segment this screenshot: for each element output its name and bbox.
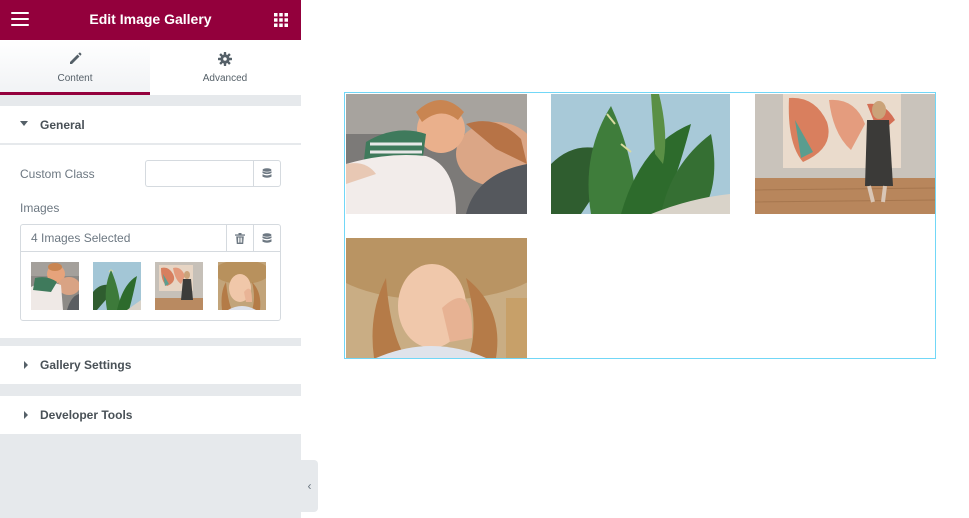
gear-icon xyxy=(150,52,300,68)
gallery-image-woman-in-hat[interactable] xyxy=(346,238,527,358)
panel-header: Edit Image Gallery xyxy=(0,0,301,40)
database-icon xyxy=(262,233,272,243)
dynamic-tags-button[interactable] xyxy=(253,160,281,187)
gallery-control-header: 4 Images Selected xyxy=(21,225,280,252)
thumbnail-cactus-plant[interactable] xyxy=(93,262,141,310)
tab-advanced[interactable]: Advanced xyxy=(150,40,300,95)
chevron-left-icon: ‹ xyxy=(307,479,312,493)
thumbnail-woman-in-hat[interactable] xyxy=(218,262,266,310)
database-icon xyxy=(262,168,272,178)
gallery-image-cactus-plant[interactable] xyxy=(551,94,730,214)
gallery-image-baby-with-mother[interactable] xyxy=(346,94,527,214)
section-developer-tools-title: Developer Tools xyxy=(40,408,133,422)
custom-class-label: Custom Class xyxy=(20,167,95,181)
gallery-image-woman-in-gallery[interactable] xyxy=(755,94,935,214)
collapse-panel-button[interactable]: ‹ xyxy=(301,460,318,512)
section-gallery-settings-title: Gallery Settings xyxy=(40,358,132,372)
panel-tabs: Content Advanced xyxy=(0,40,301,95)
section-general-header[interactable]: General xyxy=(0,106,301,144)
caret-right-icon xyxy=(24,411,28,419)
caret-right-icon xyxy=(24,361,28,369)
clear-gallery-button[interactable] xyxy=(226,225,253,252)
gallery-dynamic-tags-button[interactable] xyxy=(253,225,280,252)
pencil-icon xyxy=(0,52,150,68)
tab-content-label: Content xyxy=(57,73,93,84)
image-gallery-widget[interactable] xyxy=(344,92,936,359)
images-label: Images xyxy=(20,201,60,215)
section-gallery-settings-header[interactable]: Gallery Settings xyxy=(0,346,301,384)
panel-title: Edit Image Gallery xyxy=(89,11,212,27)
tab-content[interactable]: Content xyxy=(0,40,150,95)
caret-down-icon xyxy=(20,121,28,126)
section-general-body: Custom Class Images 4 Images Selected xyxy=(0,145,301,338)
trash-icon xyxy=(235,233,245,244)
grid-apps-icon[interactable] xyxy=(274,13,288,27)
section-developer-tools-header[interactable]: Developer Tools xyxy=(0,396,301,434)
section-general-title: General xyxy=(40,118,85,132)
gallery-control: 4 Images Selected xyxy=(20,224,281,321)
thumbnail-woman-in-gallery[interactable] xyxy=(155,262,203,310)
editor-panel: Edit Image Gallery Content Advanced Gene… xyxy=(0,0,301,518)
custom-class-input[interactable] xyxy=(145,160,254,187)
images-selected-count: 4 Images Selected xyxy=(31,231,131,245)
thumbnail-baby-with-mother[interactable] xyxy=(31,262,79,310)
tab-advanced-label: Advanced xyxy=(202,73,248,84)
